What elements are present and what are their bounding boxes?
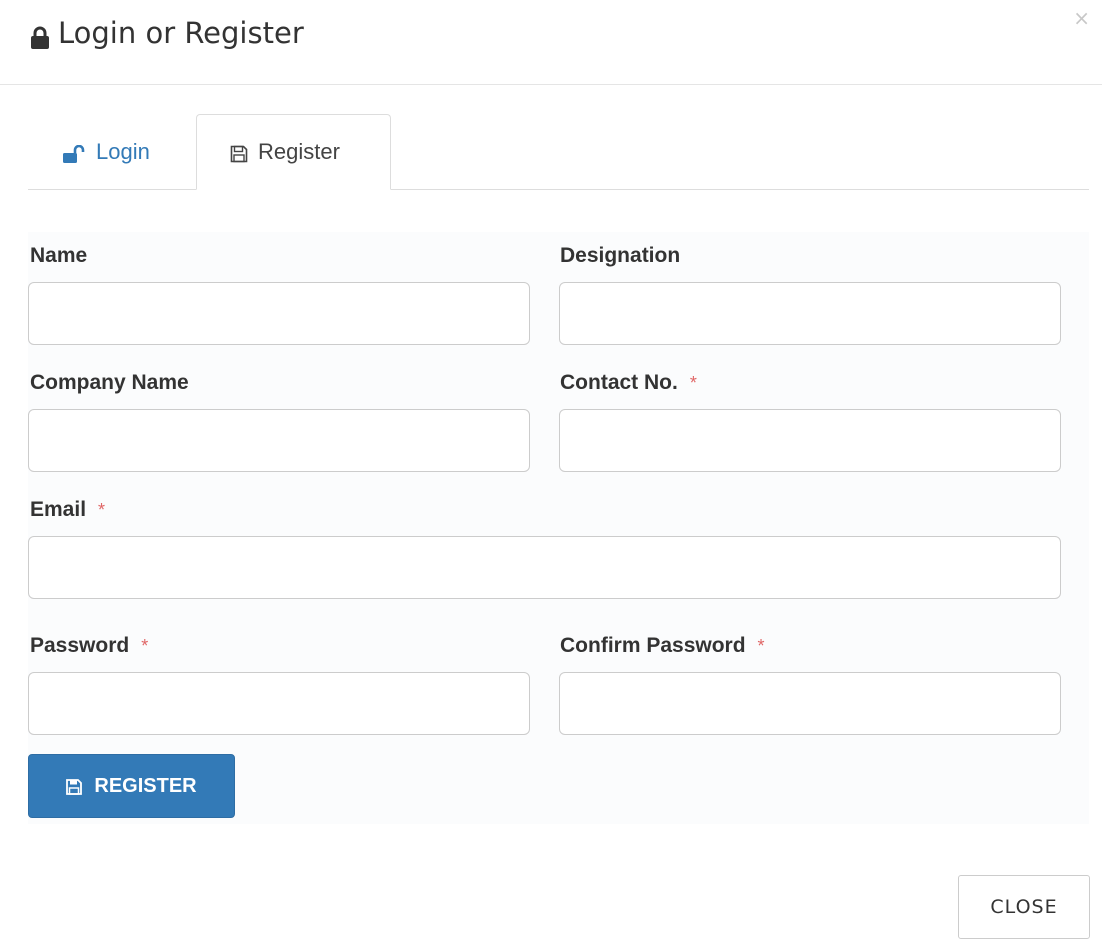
email-label: Email *: [30, 497, 105, 523]
confirm-password-label: Confirm Password *: [560, 633, 765, 659]
password-label: Password *: [30, 633, 148, 659]
required-marker: *: [689, 373, 697, 393]
designation-label-text: Designation: [560, 244, 681, 267]
contact-no-label: Contact No. *: [560, 370, 697, 396]
name-label: Name: [30, 243, 87, 269]
floppy-disk-icon: [230, 143, 248, 163]
email-label-text: Email: [30, 498, 87, 521]
floppy-disk-icon: [66, 778, 83, 795]
modal-header: Login or Register ×: [0, 0, 1102, 85]
auth-tabs: Login Register: [28, 114, 1089, 190]
unlock-icon: [62, 143, 86, 163]
contact-no-input[interactable]: [559, 409, 1061, 472]
close-button-label: CLOSE: [990, 896, 1058, 918]
close-icon[interactable]: ×: [1073, 8, 1090, 28]
password-label-text: Password: [30, 634, 130, 657]
tab-login[interactable]: Login: [62, 114, 150, 190]
tab-register[interactable]: Register: [196, 114, 391, 190]
modal-title: Login or Register: [30, 14, 304, 52]
designation-input[interactable]: [559, 282, 1061, 345]
confirm-password-input[interactable]: [559, 672, 1061, 735]
tab-register-label: Register: [258, 139, 340, 164]
required-marker: *: [757, 636, 765, 656]
name-input[interactable]: [28, 282, 530, 345]
contact-no-label-text: Contact No.: [560, 371, 678, 394]
password-input[interactable]: [28, 672, 530, 735]
register-button[interactable]: REGISTER: [28, 754, 235, 818]
company-name-input[interactable]: [28, 409, 530, 472]
modal-title-text: Login or Register: [58, 16, 304, 50]
required-marker: *: [141, 636, 149, 656]
designation-label: Designation: [560, 243, 680, 269]
email-input[interactable]: [28, 536, 1061, 599]
name-label-text: Name: [30, 244, 88, 267]
lock-icon: [30, 21, 50, 49]
required-marker: *: [98, 500, 106, 520]
confirm-password-label-text: Confirm Password: [560, 634, 746, 657]
company-name-label-text: Company Name: [30, 371, 189, 394]
tab-login-label: Login: [96, 139, 150, 164]
close-button[interactable]: CLOSE: [958, 875, 1090, 939]
company-name-label: Company Name: [30, 370, 189, 396]
register-button-label: REGISTER: [94, 774, 197, 797]
